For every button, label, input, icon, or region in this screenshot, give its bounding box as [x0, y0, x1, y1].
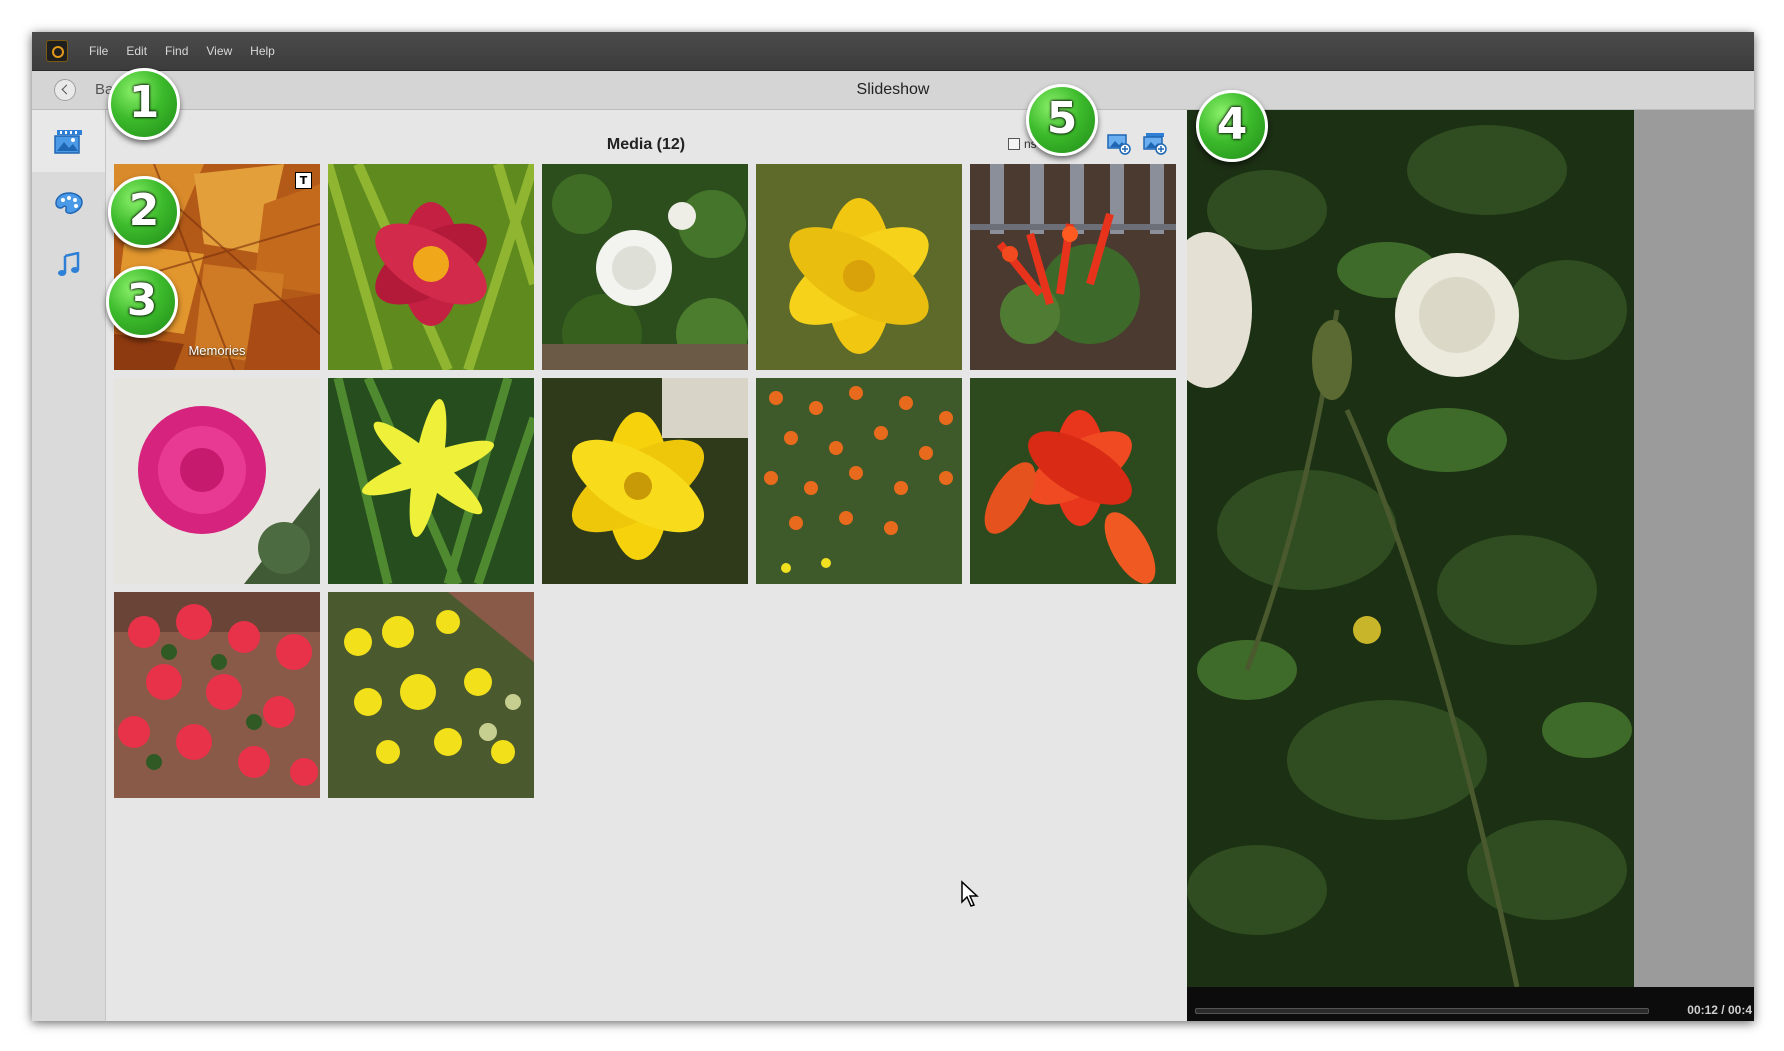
media-thumbnail[interactable]	[328, 378, 534, 584]
media-thumbnail[interactable]	[542, 164, 748, 370]
menu-edit[interactable]: Edit	[126, 32, 147, 70]
menu-view[interactable]: View	[206, 32, 232, 70]
mouse-cursor-icon	[961, 880, 979, 907]
app-logo-icon	[46, 40, 68, 62]
yellow-star-lily-image	[328, 378, 534, 584]
media-thumbnail[interactable]	[328, 592, 534, 798]
red-flowers-fence-image	[970, 164, 1176, 370]
add-text-slide-icon[interactable]	[1142, 132, 1168, 156]
callout-4: 4	[1196, 90, 1268, 162]
menu-help[interactable]: Help	[250, 32, 275, 70]
callout-2: 2	[108, 176, 180, 248]
red-lilies-image	[970, 378, 1176, 584]
menu-file[interactable]: File	[89, 32, 108, 70]
player-bar: 00:12 / 00:4	[1187, 987, 1754, 1021]
yellow-lily-image	[756, 164, 962, 370]
media-thumbnail[interactable]	[114, 592, 320, 798]
menu-find[interactable]: Find	[165, 32, 188, 70]
callout-1: 1	[108, 68, 180, 140]
slideshow-preview[interactable]	[1187, 110, 1634, 987]
media-thumbnail[interactable]	[114, 378, 320, 584]
yellow-yarrow-image	[328, 592, 534, 798]
red-azaleas-image	[114, 592, 320, 798]
callout-5: 5	[1026, 84, 1098, 156]
time-readout: 00:12 / 00:4	[1687, 1003, 1752, 1017]
page-title: Slideshow	[856, 81, 930, 98]
sidebar-item-themes[interactable]	[32, 172, 105, 234]
media-thumbnail[interactable]	[970, 378, 1176, 584]
menu-bar: File Edit Find View Help	[32, 32, 1754, 71]
white-rose-image	[542, 164, 748, 370]
sidebar-item-media[interactable]	[32, 110, 105, 172]
seek-bar[interactable]	[1195, 1008, 1649, 1014]
text-overlay-badge: T	[295, 172, 312, 189]
preview-panel: 00:12 / 00:4	[1187, 110, 1754, 1021]
sidebar	[32, 110, 106, 1021]
palette-icon	[55, 192, 83, 214]
media-thumbnail[interactable]	[756, 164, 962, 370]
pink-rose-image	[114, 378, 320, 584]
media-thumbnail[interactable]	[970, 164, 1176, 370]
options-checkbox[interactable]	[1008, 138, 1020, 150]
title-toolbar: Slideshow Ba	[32, 71, 1754, 110]
menu-items: File Edit Find View Help	[89, 32, 293, 70]
back-button[interactable]	[54, 79, 76, 101]
media-icon	[54, 130, 82, 154]
add-media-icon[interactable]	[1106, 132, 1132, 156]
thumbnail-caption: Memories	[188, 343, 246, 358]
music-note-icon	[58, 252, 80, 276]
red-lily-image	[328, 164, 534, 370]
media-thumbnail[interactable]	[756, 378, 962, 584]
yellow-lily-fence-image	[542, 378, 748, 584]
white-rose-preview-image	[1187, 110, 1634, 987]
app-window: File Edit Find View Help Slideshow Ba Me…	[32, 32, 1754, 1021]
media-panel: Media (12) ns T Memories	[106, 110, 1186, 1021]
sidebar-item-audio[interactable]	[32, 234, 105, 296]
media-thumbnail[interactable]	[328, 164, 534, 370]
orange-wildflowers-image	[756, 378, 962, 584]
media-thumbnail[interactable]	[542, 378, 748, 584]
callout-3: 3	[106, 266, 178, 338]
